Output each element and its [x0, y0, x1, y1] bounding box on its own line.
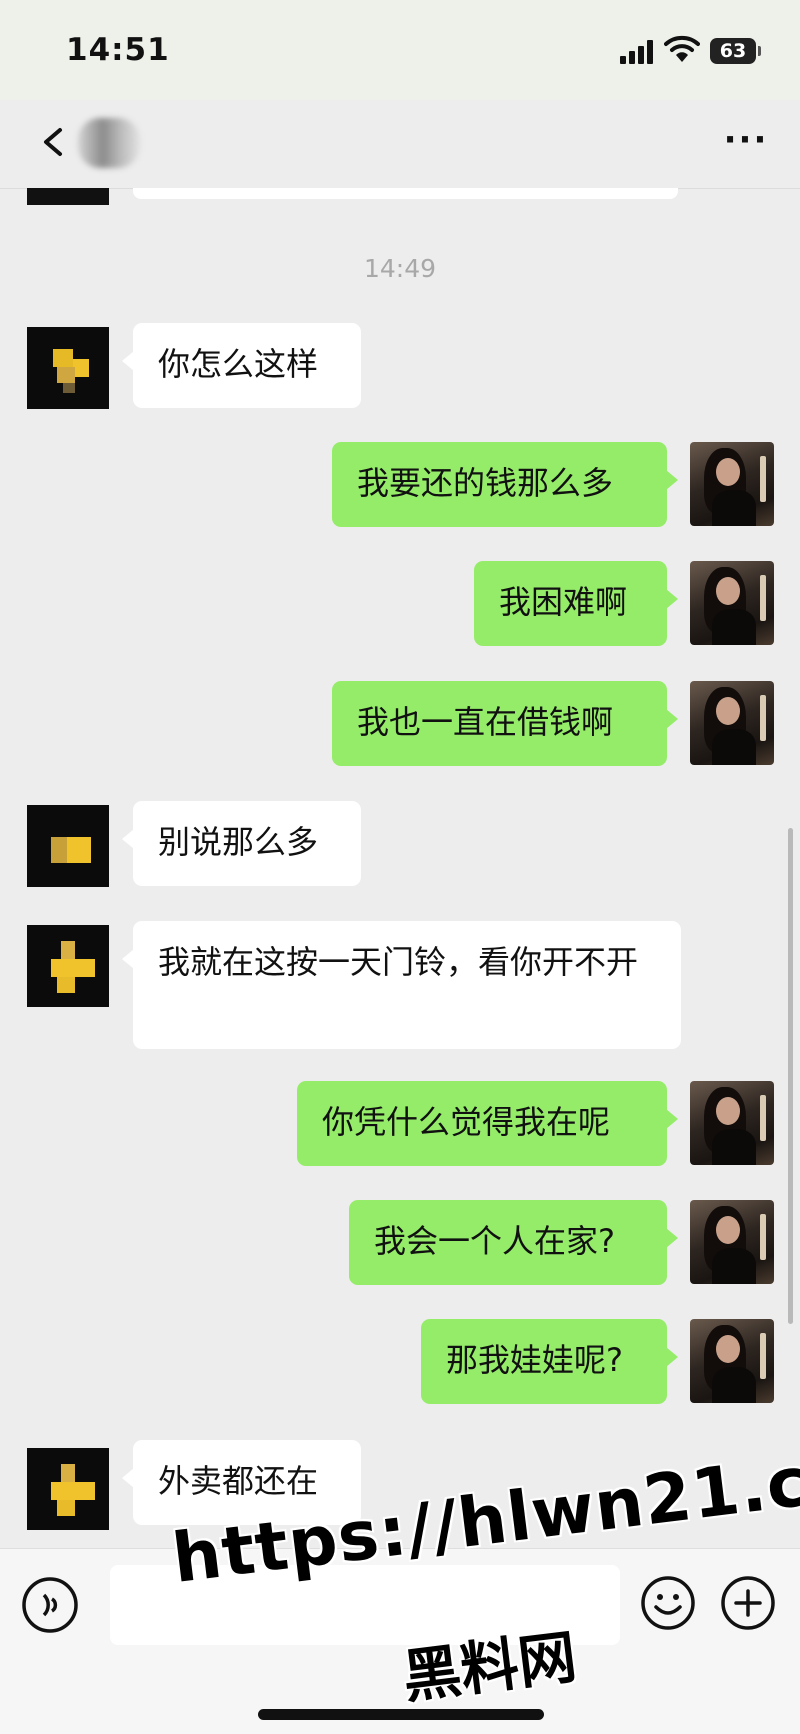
- avatar[interactable]: [690, 561, 774, 645]
- message-bubble: 我会一个人在家?: [349, 1200, 678, 1285]
- message-bubble: 我要还的钱那么多: [332, 442, 678, 527]
- avatar[interactable]: [690, 1081, 774, 1165]
- avatar[interactable]: [27, 327, 109, 409]
- contact-name-obscured: [78, 118, 140, 168]
- chat-header: ···: [0, 100, 800, 189]
- message-bubble: 你凭什么觉得我在呢: [297, 1081, 678, 1166]
- avatar[interactable]: [27, 1448, 109, 1530]
- avatar[interactable]: [690, 442, 774, 526]
- status-time: 14:51: [66, 32, 170, 68]
- message-bubble: 我也一直在借钱啊: [332, 681, 678, 766]
- signal-icon: [620, 40, 654, 64]
- message-bubble: 我就在这按一天门铃，看你开不开: [122, 921, 681, 1049]
- chat-timestamp: 14:49: [363, 254, 437, 283]
- message-bubble: 别说那么多: [122, 801, 361, 886]
- emoji-icon[interactable]: [640, 1575, 696, 1631]
- avatar[interactable]: [690, 1319, 774, 1403]
- more-icon[interactable]: ···: [720, 120, 772, 164]
- message-bubble: 你怎么这样: [122, 323, 361, 408]
- message-bubble: 那我娃娃呢?: [421, 1319, 678, 1404]
- voice-icon[interactable]: [20, 1575, 80, 1635]
- message-bubble: 我困难啊: [474, 561, 678, 646]
- avatar[interactable]: [27, 188, 109, 205]
- battery-icon: 63: [710, 38, 761, 64]
- scrollbar[interactable]: [788, 828, 793, 1324]
- back-icon[interactable]: [30, 120, 80, 164]
- plus-icon[interactable]: [720, 1575, 776, 1631]
- wifi-icon: [664, 35, 700, 62]
- message-bubble-partial: [133, 188, 678, 199]
- avatar[interactable]: [690, 1200, 774, 1284]
- avatar[interactable]: [27, 925, 109, 1007]
- status-bar: 14:51 63: [0, 0, 800, 100]
- avatar[interactable]: [690, 681, 774, 765]
- avatar[interactable]: [27, 805, 109, 887]
- home-indicator: [258, 1709, 544, 1720]
